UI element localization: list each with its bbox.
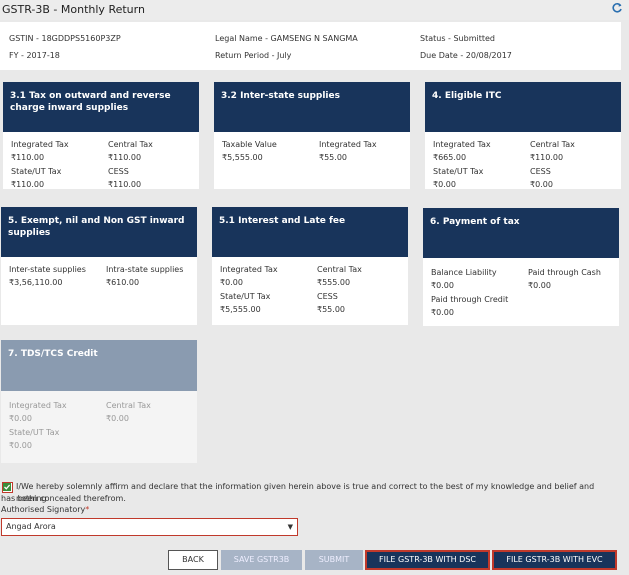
field-label: Central Tax bbox=[530, 140, 575, 149]
field-value: ₹5,555.00 bbox=[220, 305, 261, 314]
field-value: ₹0.00 bbox=[530, 180, 553, 189]
field-value: ₹0.00 bbox=[106, 414, 129, 423]
status-text: Status - Submitted bbox=[420, 34, 495, 43]
tile-title: 4. Eligible ITC bbox=[425, 82, 621, 132]
required-mark: * bbox=[85, 505, 90, 514]
field-value: ₹5,555.00 bbox=[222, 153, 263, 162]
field-label: CESS bbox=[530, 167, 551, 176]
field-label: Integrated Tax bbox=[9, 401, 67, 410]
tile-4-eligible-itc[interactable]: 4. Eligible ITC Integrated Tax ₹665.00 C… bbox=[425, 82, 621, 189]
field-value: ₹110.00 bbox=[108, 153, 142, 162]
back-button[interactable]: BACK bbox=[168, 550, 218, 570]
field-value: ₹0.00 bbox=[528, 281, 551, 290]
submit-button[interactable]: SUBMIT bbox=[305, 550, 363, 570]
field-value: ₹55.00 bbox=[317, 305, 345, 314]
field-label: Intra-state supplies bbox=[106, 265, 184, 274]
field-value: ₹0.00 bbox=[220, 278, 243, 287]
return-period-text: Return Period - July bbox=[215, 51, 292, 60]
dropdown-caret-icon: ▼ bbox=[287, 523, 293, 531]
field-label: Central Tax bbox=[317, 265, 362, 274]
field-label: State/UT Tax bbox=[433, 167, 484, 176]
field-value: ₹110.00 bbox=[530, 153, 564, 162]
field-value: ₹0.00 bbox=[9, 414, 32, 423]
tile-7-tds-tcs-credit: 7. TDS/TCS Credit Integrated Tax ₹0.00 C… bbox=[1, 340, 197, 463]
gstin-text: GSTIN - 18GDDPS5160P3ZP bbox=[9, 34, 121, 43]
field-label: Integrated Tax bbox=[220, 265, 278, 274]
legal-name-text: Legal Name - GAMSENG N SANGMA bbox=[215, 34, 358, 43]
field-value: ₹0.00 bbox=[433, 180, 456, 189]
field-value: ₹0.00 bbox=[431, 308, 454, 317]
page-title: GSTR-3B - Monthly Return bbox=[2, 3, 145, 16]
field-label: Paid through Credit bbox=[431, 295, 509, 304]
field-value: ₹0.00 bbox=[9, 441, 32, 450]
field-label: Integrated Tax bbox=[11, 140, 69, 149]
tile-3-2-inter-state-supplies[interactable]: 3.2 Inter-state supplies Taxable Value ₹… bbox=[214, 82, 410, 189]
selected-signatory: Angad Arora bbox=[6, 522, 56, 531]
field-label: State/UT Tax bbox=[9, 428, 60, 437]
tile-5-1-interest-late-fee[interactable]: 5.1 Interest and Late fee Integrated Tax… bbox=[212, 207, 408, 325]
field-value: ₹0.00 bbox=[431, 281, 454, 290]
field-value: ₹55.00 bbox=[319, 153, 347, 162]
field-label: Integrated Tax bbox=[319, 140, 377, 149]
tile-title: 3.1 Tax on outward and reverse charge in… bbox=[3, 82, 199, 132]
field-label: CESS bbox=[108, 167, 129, 176]
file-with-evc-button[interactable]: FILE GSTR-3B WITH EVC bbox=[492, 550, 617, 570]
tile-title: 6. Payment of tax bbox=[423, 208, 619, 258]
tile-title: 5.1 Interest and Late fee bbox=[212, 207, 408, 257]
authorised-signatory-select[interactable]: Angad Arora ▼ bbox=[1, 518, 298, 536]
tile-3-1-outward-supplies[interactable]: 3.1 Tax on outward and reverse charge in… bbox=[3, 82, 199, 189]
field-label: Taxable Value bbox=[222, 140, 277, 149]
field-label: State/UT Tax bbox=[220, 292, 271, 301]
due-date-text: Due Date - 20/08/2017 bbox=[420, 51, 512, 60]
field-value: ₹3,56,110.00 bbox=[9, 278, 63, 287]
field-value: ₹665.00 bbox=[433, 153, 467, 162]
field-label: Central Tax bbox=[108, 140, 153, 149]
tile-title: 3.2 Inter-state supplies bbox=[214, 82, 410, 132]
field-value: ₹110.00 bbox=[11, 153, 45, 162]
field-label: Paid through Cash bbox=[528, 268, 601, 277]
save-gstr3b-button[interactable]: SAVE GSTR3B bbox=[221, 550, 302, 570]
refresh-icon[interactable] bbox=[611, 2, 623, 14]
fy-text: FY - 2017-18 bbox=[9, 51, 60, 60]
page-header: GSTR-3B - Monthly Return bbox=[0, 0, 629, 20]
field-label: Inter-state supplies bbox=[9, 265, 86, 274]
field-value: ₹110.00 bbox=[11, 180, 45, 189]
field-value: ₹110.00 bbox=[108, 180, 142, 189]
declaration-checkbox[interactable] bbox=[2, 482, 13, 493]
tile-5-exempt-nil-non-gst[interactable]: 5. Exempt, nil and Non GST inward suppli… bbox=[1, 207, 197, 325]
field-label: Integrated Tax bbox=[433, 140, 491, 149]
checkmark-icon bbox=[3, 483, 11, 491]
field-label: State/UT Tax bbox=[11, 167, 62, 176]
return-info-panel: GSTIN - 18GDDPS5160P3ZP Legal Name - GAM… bbox=[0, 22, 621, 70]
authorised-signatory-label: Authorised Signatory* bbox=[1, 505, 90, 514]
tile-title: 7. TDS/TCS Credit bbox=[1, 340, 197, 391]
field-value: ₹610.00 bbox=[106, 278, 140, 287]
field-label: Central Tax bbox=[106, 401, 151, 410]
file-with-dsc-button[interactable]: FILE GSTR-3B WITH DSC bbox=[365, 550, 490, 570]
field-label: CESS bbox=[317, 292, 338, 301]
tile-title: 5. Exempt, nil and Non GST inward suppli… bbox=[1, 207, 197, 257]
tile-6-payment-of-tax[interactable]: 6. Payment of tax Balance Liability ₹0.0… bbox=[423, 208, 619, 326]
field-label: Balance Liability bbox=[431, 268, 497, 277]
field-value: ₹555.00 bbox=[317, 278, 351, 287]
declaration-text-continued: has been concealed therefrom. bbox=[1, 494, 126, 503]
